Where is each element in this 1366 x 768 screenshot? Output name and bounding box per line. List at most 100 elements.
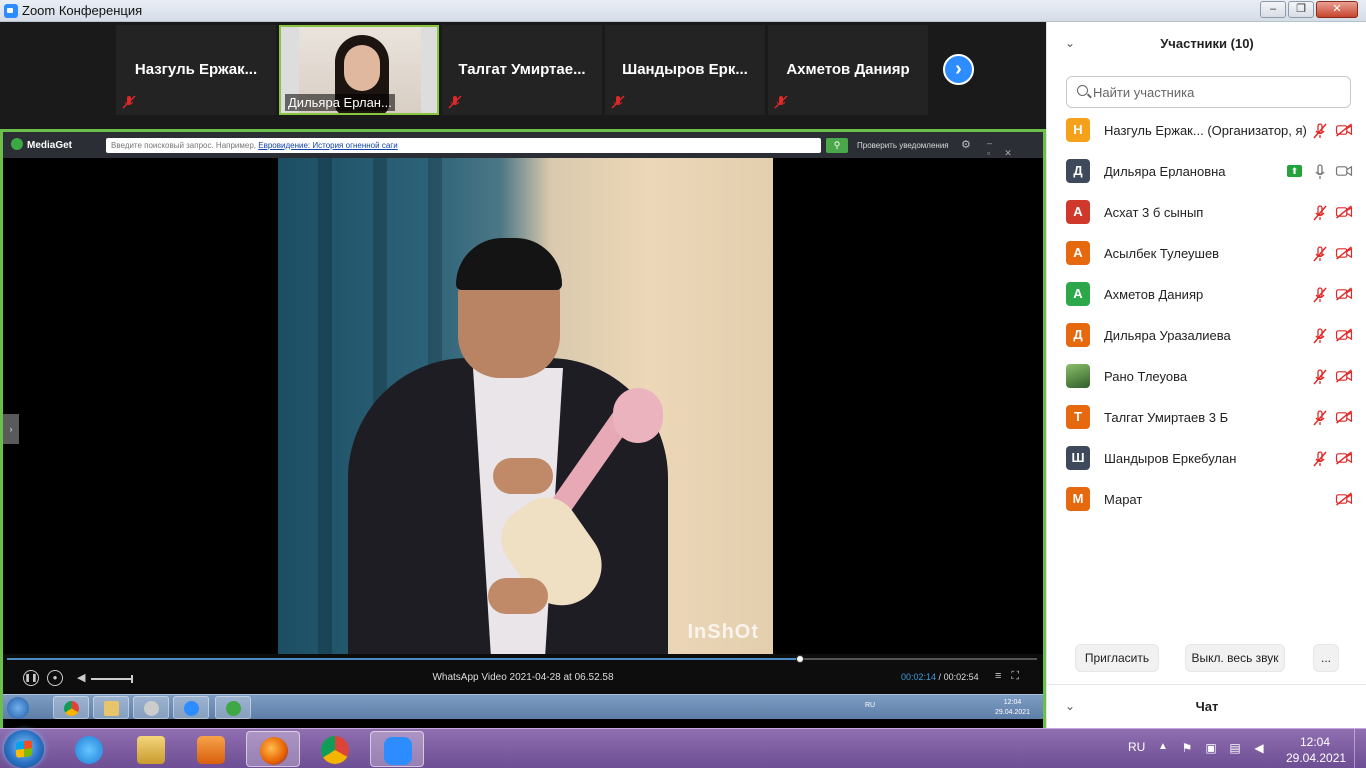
- participant-row[interactable]: Н Назгуль Ержак... (Организатор, я): [1047, 110, 1366, 151]
- participant-row[interactable]: А Ахметов Данияр: [1047, 274, 1366, 315]
- seek-bar[interactable]: [7, 655, 1037, 663]
- participant-name: Асхат 3 б сынып: [1104, 205, 1204, 220]
- remote-start-button[interactable]: [7, 697, 29, 719]
- window-titlebar: Zoom Конференция – ❐ ✕: [0, 0, 1366, 22]
- mic-muted-icon[interactable]: [1313, 369, 1327, 385]
- camera-off-icon[interactable]: [1335, 492, 1353, 506]
- invite-button[interactable]: Пригласить: [1075, 644, 1159, 672]
- participant-name: Талгат Умиртаев 3 Б: [1104, 410, 1229, 425]
- avatar: Д: [1066, 159, 1090, 183]
- camera-off-icon[interactable]: [1335, 369, 1353, 383]
- media-player-icon[interactable]: [184, 731, 238, 767]
- mic-muted-icon[interactable]: [1313, 205, 1327, 221]
- camera-off-icon[interactable]: [1335, 410, 1353, 424]
- mic-muted-icon[interactable]: [1313, 246, 1327, 262]
- mic-muted-icon[interactable]: [1313, 287, 1327, 303]
- next-page-arrow-icon[interactable]: ›: [943, 54, 974, 85]
- remote-chrome-icon[interactable]: [53, 696, 89, 719]
- participant-row[interactable]: Рано Тлеуова: [1047, 356, 1366, 397]
- participant-row[interactable]: Д Дильяра Уразалиева: [1047, 315, 1366, 356]
- mic-icon[interactable]: [1313, 164, 1327, 180]
- participants-header: ⌄ Участники (10): [1047, 22, 1366, 66]
- mediaget-window-controls[interactable]: –▫✕: [987, 138, 1043, 159]
- participant-row[interactable]: Ш Шандыров Еркебулан: [1047, 438, 1366, 479]
- remote-taskbar: RU 12:04 29.04.2021: [3, 694, 1043, 719]
- avatar: А: [1066, 241, 1090, 265]
- system-clock[interactable]: 12:04 29.04.2021: [1286, 734, 1346, 766]
- check-notifications-link[interactable]: Проверить уведомления: [857, 141, 949, 150]
- tile-participant-name: Ахметов Данияр: [786, 61, 910, 78]
- file-explorer-icon[interactable]: [124, 731, 178, 767]
- mediaget-search-example-link[interactable]: Евровидение: История огненной саги: [258, 141, 397, 150]
- remote-clock-date: 29.04.2021: [995, 709, 1031, 716]
- camera-off-icon[interactable]: [1335, 123, 1353, 137]
- remote-disc-icon[interactable]: [133, 696, 169, 719]
- participants-list: Н Назгуль Ержак... (Организатор, я) Д Дилья…: [1047, 110, 1366, 520]
- close-button[interactable]: ✕: [1316, 1, 1358, 18]
- camera-icon[interactable]: [1335, 164, 1353, 178]
- camera-off-icon[interactable]: [1335, 328, 1353, 342]
- camera-off-icon[interactable]: [1335, 205, 1353, 219]
- mic-muted-icon: [448, 95, 462, 109]
- mic-muted-icon: [122, 95, 136, 109]
- camera-off-icon[interactable]: [1335, 451, 1353, 465]
- minimize-button[interactable]: –: [1260, 1, 1286, 18]
- network-icon[interactable]: ▤: [1228, 741, 1242, 755]
- tray-expand-icon[interactable]: ▲: [1158, 741, 1168, 752]
- maximize-button[interactable]: ❐: [1288, 1, 1314, 18]
- participant-name: Асылбек Тулеушев: [1104, 246, 1220, 261]
- video-tile-active-speaker[interactable]: Дильяра Ерлан...: [279, 25, 439, 115]
- mediaget-logo: MediaGet: [11, 138, 72, 151]
- remote-mediaget-icon[interactable]: [215, 696, 251, 719]
- gear-icon[interactable]: ⚙: [961, 138, 971, 151]
- mic-muted-icon[interactable]: [1313, 451, 1327, 467]
- zoom-taskbar-icon[interactable]: [370, 731, 424, 767]
- remote-folder-icon[interactable]: [93, 696, 129, 719]
- avatar: Т: [1066, 405, 1090, 429]
- participant-row[interactable]: М Марат: [1047, 479, 1366, 520]
- mediaget-search-icon[interactable]: ⚲: [826, 138, 848, 153]
- mediaget-search-input[interactable]: Введите поисковый запрос. Например, Евро…: [106, 138, 821, 153]
- participant-row[interactable]: Т Талгат Умиртаев 3 Б: [1047, 397, 1366, 438]
- chevron-right-icon[interactable]: ›: [3, 414, 19, 444]
- seek-bar-handle[interactable]: [796, 655, 805, 663]
- participant-row[interactable]: А Асылбек Тулеушев: [1047, 233, 1366, 274]
- windows-start-button[interactable]: [4, 730, 44, 768]
- tile-participant-name: Шандыров Ерк...: [622, 61, 748, 78]
- camera-off-icon[interactable]: [1335, 287, 1353, 301]
- video-filename: WhatsApp Video 2021-04-28 at 06.52.58: [432, 672, 614, 683]
- avatar: [1066, 364, 1090, 388]
- video-tile[interactable]: Назгуль Ержак...: [116, 25, 276, 115]
- video-player[interactable]: › InShOt: [3, 158, 1043, 654]
- video-tile[interactable]: Ахметов Данияр: [768, 25, 928, 115]
- mic-muted-icon[interactable]: [1313, 123, 1327, 139]
- video-tile[interactable]: Шандыров Ерк...: [605, 25, 765, 115]
- participant-name: Ахметов Данияр: [1104, 287, 1204, 302]
- device-icon[interactable]: ▣: [1204, 741, 1218, 755]
- fullscreen-icon[interactable]: ≡⛶: [995, 670, 1029, 683]
- remote-zoom-icon[interactable]: [173, 696, 209, 719]
- action-center-flag-icon[interactable]: ⚑: [1180, 741, 1194, 755]
- volume-tray-icon[interactable]: ◀: [1252, 741, 1266, 755]
- participant-name: Шандыров Еркебулан: [1104, 451, 1237, 466]
- remote-tray-language[interactable]: RU: [865, 702, 875, 709]
- language-indicator[interactable]: RU: [1128, 740, 1145, 754]
- chrome-icon[interactable]: [308, 731, 362, 767]
- camera-off-icon[interactable]: [1335, 246, 1353, 260]
- participant-search-field[interactable]: [1066, 76, 1351, 108]
- video-tile[interactable]: Талгат Умиртае...: [442, 25, 602, 115]
- mic-muted-icon[interactable]: [1313, 410, 1327, 426]
- show-desktop-button[interactable]: [1354, 729, 1366, 768]
- mic-muted-icon[interactable]: [1313, 328, 1327, 344]
- participant-row[interactable]: А Асхат 3 б сынып: [1047, 192, 1366, 233]
- more-button[interactable]: ...: [1313, 644, 1339, 672]
- avatar: А: [1066, 200, 1090, 224]
- internet-explorer-icon[interactable]: [62, 731, 116, 767]
- participant-search-input[interactable]: [1093, 83, 1343, 101]
- firefox-icon[interactable]: [246, 731, 300, 767]
- chat-header[interactable]: ⌄ Чат: [1047, 684, 1366, 728]
- mute-all-button[interactable]: Выкл. весь звук: [1185, 644, 1285, 672]
- participant-row[interactable]: Д Дильяра Ерлановна ⬆: [1047, 151, 1366, 192]
- window-title: Zoom Конференция: [22, 3, 143, 18]
- avatar: А: [1066, 282, 1090, 306]
